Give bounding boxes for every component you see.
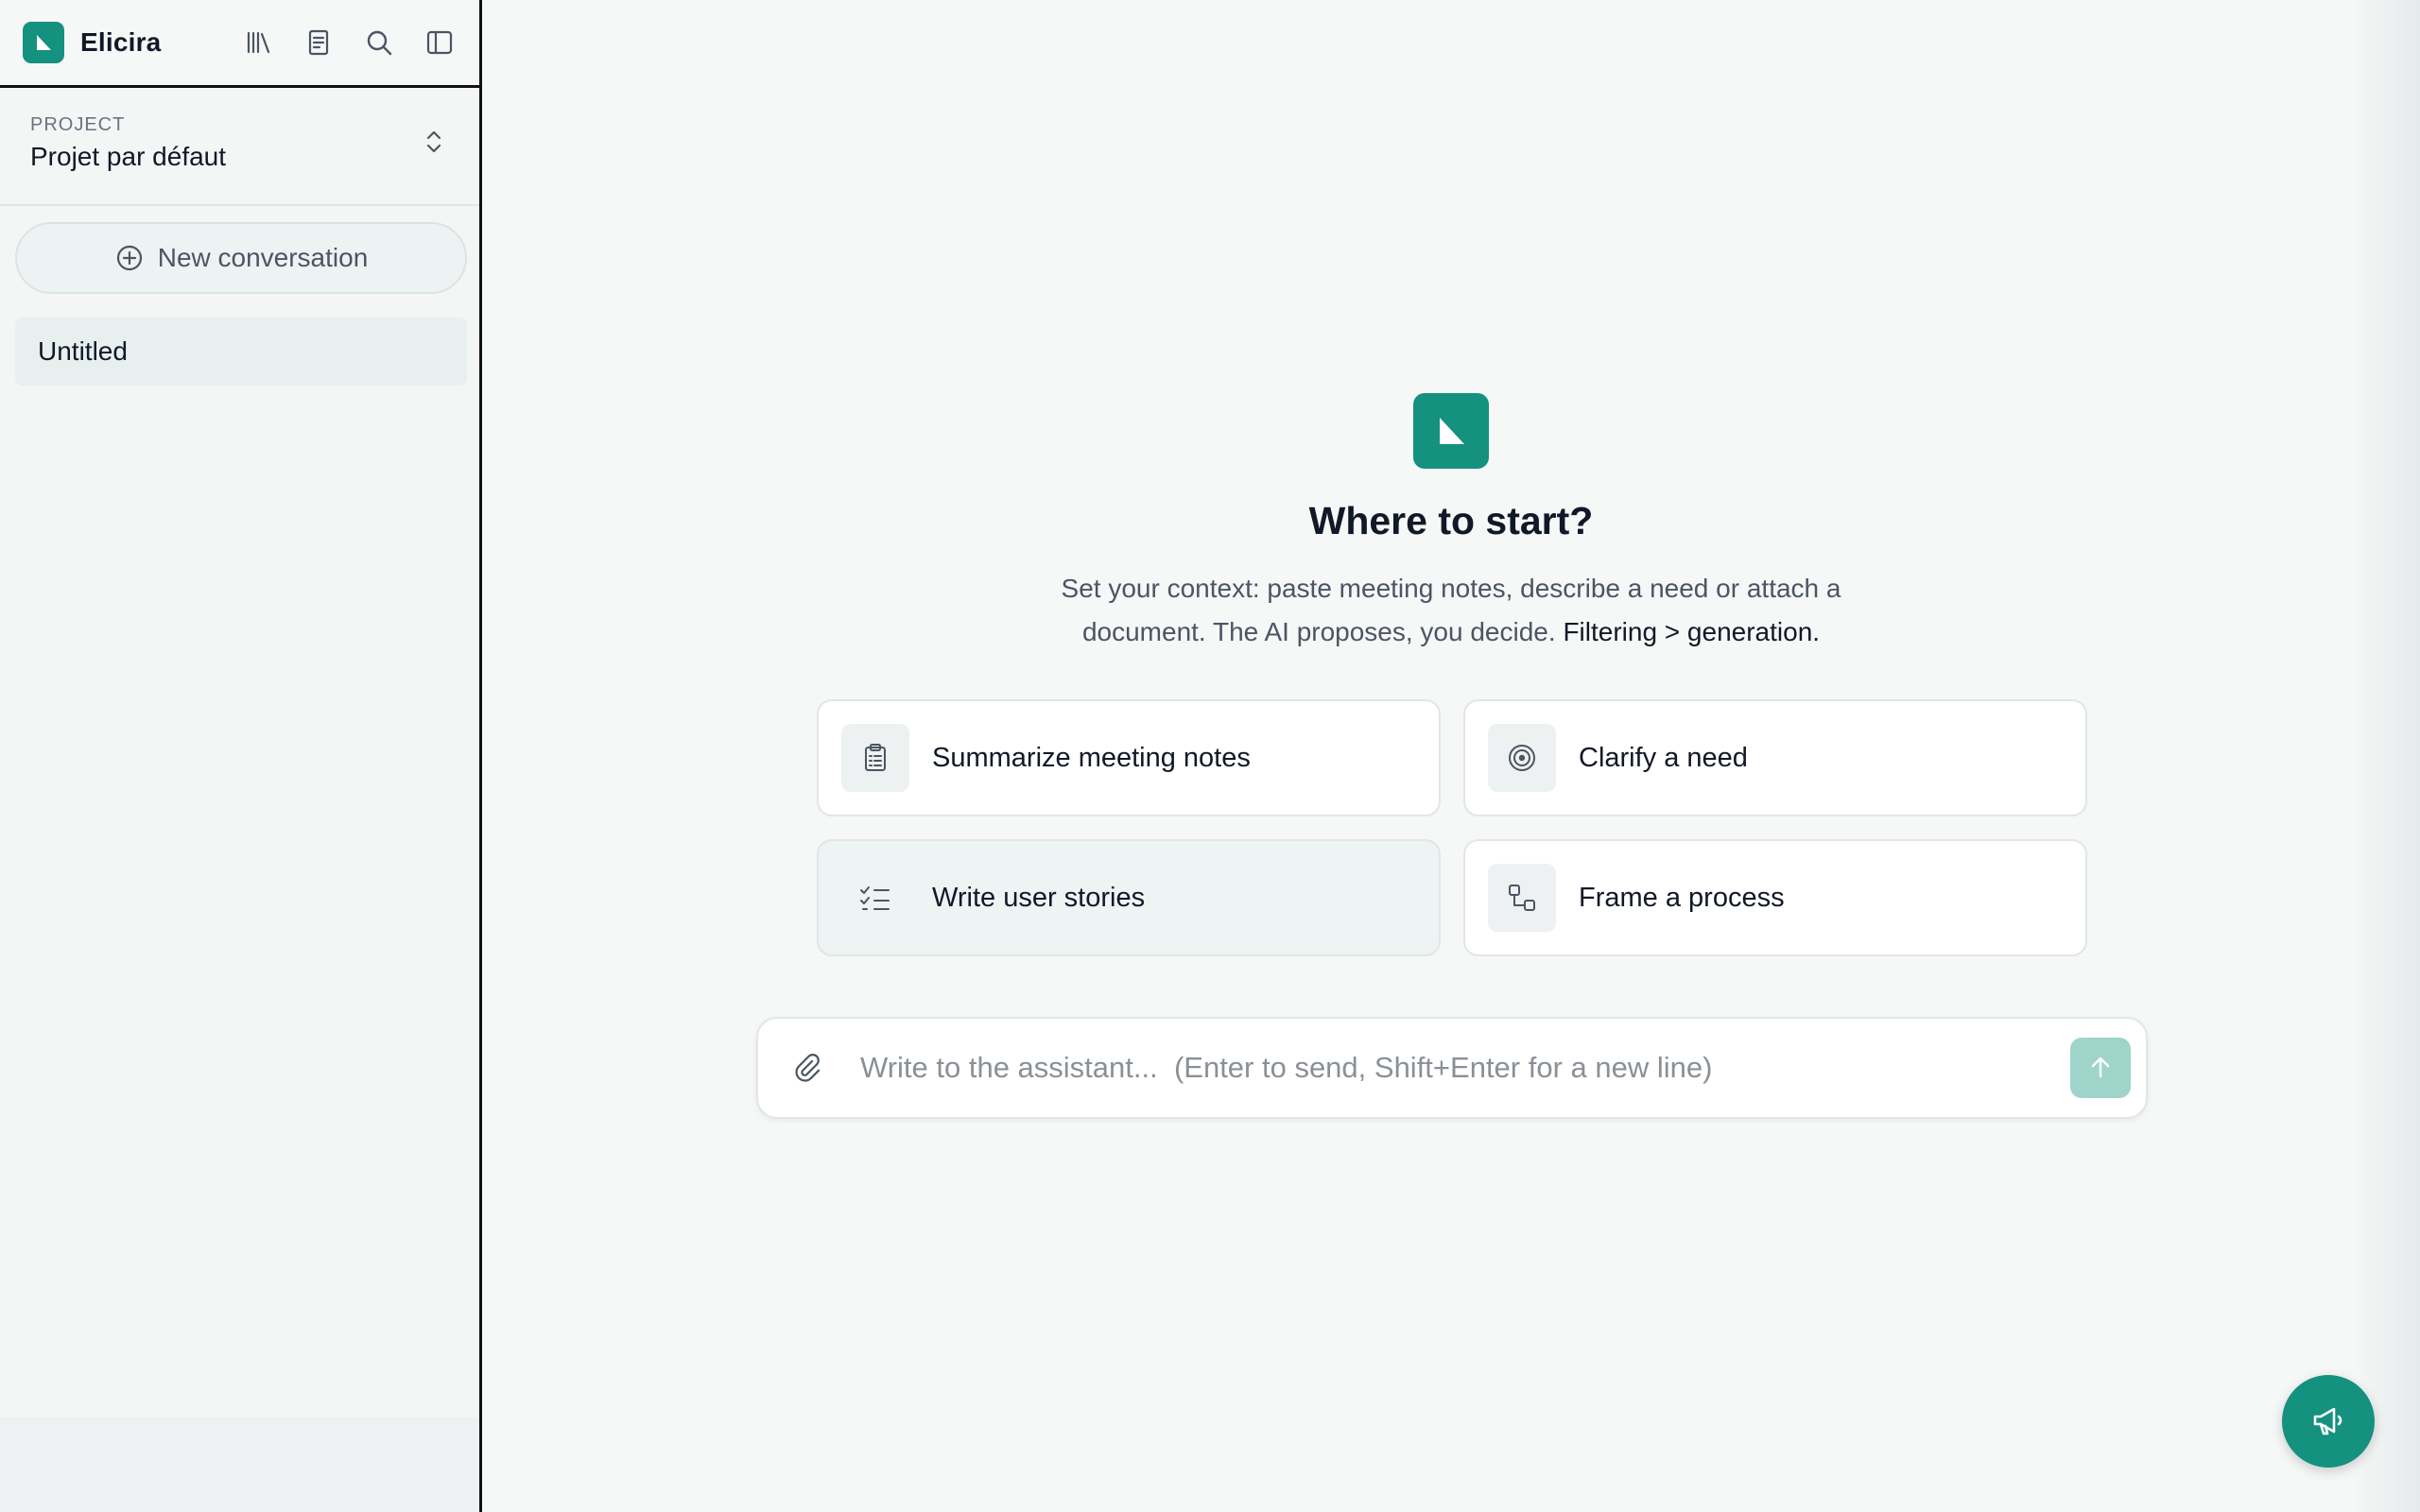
card-icon-box: [1488, 724, 1556, 792]
attach-button[interactable]: [786, 1047, 828, 1089]
card-label: Summarize meeting notes: [932, 742, 1251, 773]
conversation-item[interactable]: Untitled: [15, 318, 467, 386]
welcome-subtitle: Set your context: paste meeting notes, d…: [1007, 567, 1895, 654]
card-label: Write user stories: [932, 882, 1146, 913]
sidebar: Elicira PROJECT Projet par défaut New co…: [0, 0, 482, 1512]
message-input[interactable]: [860, 1040, 2070, 1096]
checklist-icon: [860, 886, 890, 910]
card-icon-box: [841, 864, 909, 932]
book-icon: [308, 29, 329, 56]
welcome-title: Where to start?: [1308, 499, 1594, 542]
hero-logo: [1413, 393, 1489, 469]
library-icon: [247, 31, 270, 54]
megaphone-icon: [2313, 1407, 2342, 1435]
arrow-up-icon: [2091, 1057, 2110, 1078]
feedback-button[interactable]: [2282, 1375, 2375, 1468]
sidebar-toolbar: [241, 26, 457, 60]
process-icon: [1509, 885, 1535, 911]
message-composer: [756, 1017, 2148, 1119]
paperclip-icon: [795, 1054, 821, 1082]
sidebar-header: Elicira: [0, 0, 479, 88]
target-icon: [1509, 745, 1535, 771]
suggestion-card-process[interactable]: Frame a process: [1463, 839, 2087, 956]
card-label: Frame a process: [1579, 882, 1785, 913]
toggle-sidebar-button[interactable]: [423, 26, 457, 60]
sidebar-toggle-icon: [426, 30, 453, 55]
suggestion-card-user-stories[interactable]: Write user stories: [817, 839, 1441, 956]
suggestion-card-clarify[interactable]: Clarify a need: [1463, 699, 2087, 816]
plus-circle-icon: [116, 245, 142, 271]
search-icon: [367, 30, 392, 56]
project-name: Projet par défaut: [30, 142, 227, 171]
welcome-subtitle-emphasis: Filtering > generation.: [1563, 617, 1821, 646]
card-label: Clarify a need: [1579, 742, 1748, 773]
library-button[interactable]: [241, 26, 275, 60]
card-icon-box: [841, 724, 909, 792]
project-selector[interactable]: PROJECT Projet par défaut: [0, 88, 479, 206]
chevron-up-down-icon: [426, 130, 441, 153]
right-edge-shade: [2354, 0, 2420, 1512]
conversation-title: Untitled: [38, 336, 128, 366]
project-label: PROJECT: [30, 114, 126, 135]
sidebar-footer: [0, 1418, 479, 1512]
clipboard-icon: [865, 744, 886, 771]
new-conversation-button[interactable]: New conversation: [15, 222, 467, 294]
brand-logo[interactable]: [23, 22, 64, 63]
logo-mark-icon: [1440, 418, 1464, 444]
logo-mark-icon: [37, 35, 51, 50]
suggestion-card-summarize[interactable]: Summarize meeting notes: [817, 699, 1441, 816]
app-name: Elicira: [80, 27, 162, 57]
new-conversation-label: New conversation: [157, 243, 369, 272]
notes-button[interactable]: [302, 26, 336, 60]
card-icon-box: [1488, 864, 1556, 932]
search-button[interactable]: [362, 26, 396, 60]
send-button[interactable]: [2070, 1038, 2131, 1098]
